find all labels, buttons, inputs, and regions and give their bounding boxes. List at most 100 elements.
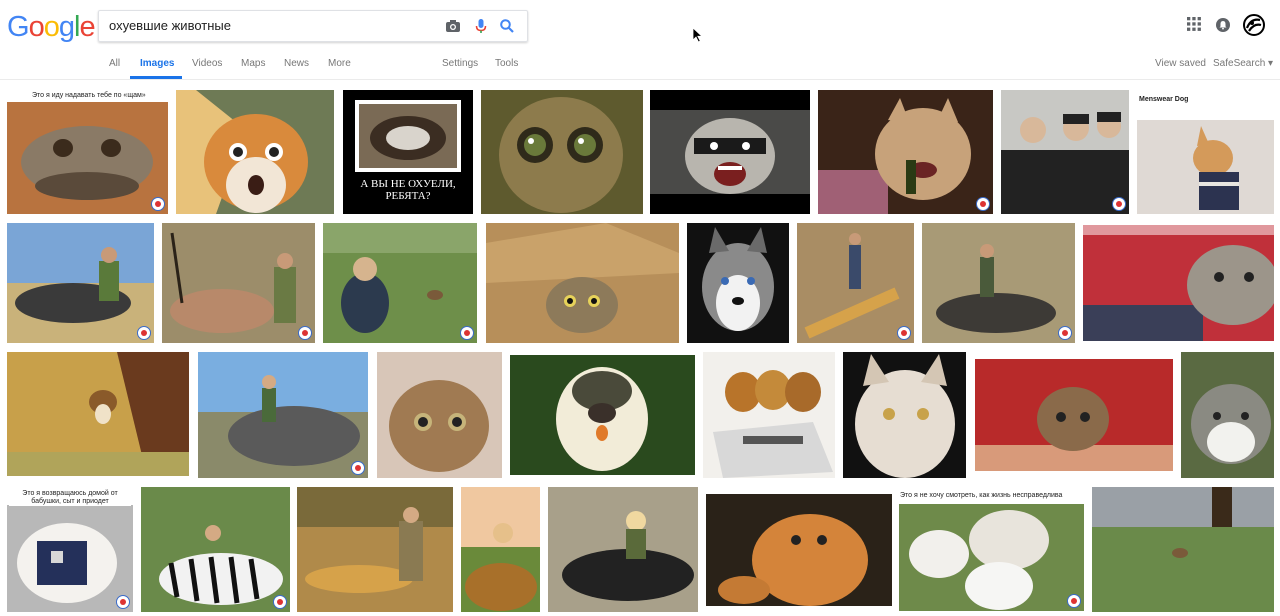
result-image-fox[interactable] [176, 90, 334, 214]
weasel-photo [7, 352, 189, 476]
result-image-dogs-calculator[interactable] [703, 352, 835, 478]
safesearch-dropdown[interactable]: SafeSearch ▾ [1213, 58, 1273, 69]
source-badge-icon [460, 326, 474, 340]
toad-photo [7, 102, 168, 214]
result-image-cat-box[interactable] [486, 223, 679, 343]
source-badge-icon [1067, 594, 1081, 608]
image-caption: Это я не хочу смотреть, как жизнь неспра… [900, 492, 1063, 500]
three-men-photo [1001, 90, 1129, 214]
hunter-oryx-photo [162, 223, 315, 343]
hunter-giraffe-photo [797, 223, 914, 343]
source-badge-icon [116, 595, 130, 609]
tools-link[interactable]: Tools [495, 58, 518, 69]
tab-images[interactable]: Images [140, 58, 174, 69]
result-image-squirrel-lawn[interactable] [1092, 487, 1274, 612]
source-badge-icon [351, 461, 365, 475]
logo-letter: e [79, 11, 95, 43]
source-badge-icon [976, 197, 990, 211]
source-badge-icon [1112, 197, 1126, 211]
logo-letter: o [28, 11, 45, 43]
hunter-wildebeest-photo [7, 223, 154, 343]
result-image-demotivator[interactable]: А ВЫ НЕ ОХУЕЛИ, РЕБЯТА? [343, 90, 473, 214]
menswear-dog-photo [1137, 120, 1274, 214]
search-icon[interactable] [499, 18, 515, 34]
lemur-photo [481, 90, 643, 214]
mouse-cursor-icon [692, 27, 704, 43]
tab-more[interactable]: More [328, 58, 351, 69]
result-image-lemur[interactable] [481, 90, 643, 214]
logo-letter: g [58, 11, 75, 43]
result-image-menswear-dog[interactable]: Menswear Dog [1137, 90, 1274, 214]
cat-blanket-photo [1083, 225, 1274, 341]
search-tabs-bar: All Images Videos Maps News More Setting… [0, 52, 1280, 80]
result-image-hunter-buffalo[interactable] [548, 487, 698, 612]
search-input[interactable]: охуевшие животные [98, 10, 528, 42]
result-image-girl-squirrel[interactable] [323, 223, 477, 343]
source-badge-icon [1058, 326, 1072, 340]
source-badge-icon [273, 595, 287, 609]
result-image-ginger-cat[interactable] [706, 494, 892, 606]
girl-squirrel-photo [323, 223, 477, 343]
husky-photo [702, 227, 774, 331]
result-image-kitten[interactable] [377, 352, 502, 478]
tab-maps[interactable]: Maps [241, 58, 265, 69]
result-image-three-men[interactable] [1001, 90, 1129, 214]
cats-watch-photo [899, 504, 1084, 611]
result-image-hunter-lion[interactable] [461, 487, 540, 612]
notifications-bell-icon[interactable] [1216, 18, 1230, 32]
source-badge-icon [897, 326, 911, 340]
result-image-cats-watch[interactable]: Это я не хочу смотреть, как жизнь неспра… [899, 490, 1084, 611]
result-image-raccoon[interactable] [650, 90, 810, 214]
demotivator-caption: А ВЫ НЕ ОХУЕЛИ, РЕБЯТА? [360, 178, 456, 202]
search-query[interactable]: охуевшие животные [109, 18, 231, 33]
result-image-cat-blanket-2[interactable] [975, 359, 1173, 471]
cat-grey-photo [1181, 352, 1274, 478]
active-tab-indicator [130, 76, 182, 79]
result-image-hunter-rhino[interactable] [198, 352, 368, 478]
result-image-cat-blanket[interactable] [1083, 225, 1274, 341]
image-caption: Menswear Dog [1139, 96, 1189, 104]
logo-letter: o [43, 11, 60, 43]
image-caption: Это я иду надавать тебе по «щам» [32, 92, 146, 100]
view-saved-link[interactable]: View saved [1155, 58, 1206, 69]
result-image-hunter-wildebeest[interactable] [7, 223, 154, 343]
google-logo[interactable]: Google [7, 11, 96, 43]
dogs-calculator-photo [703, 352, 835, 478]
result-image-hunter-zebra[interactable] [141, 487, 290, 612]
hunter-leopard-photo [297, 487, 453, 612]
ginger-cat-photo [706, 494, 892, 606]
source-badge-icon [137, 326, 151, 340]
microphone-icon[interactable] [473, 18, 489, 34]
result-image-husky[interactable] [687, 223, 789, 343]
result-image-weasel[interactable] [7, 352, 189, 476]
settings-link[interactable]: Settings [442, 58, 478, 69]
tab-all[interactable]: All [109, 58, 120, 69]
hunter-lion-photo [461, 487, 540, 612]
result-image-hunter-wildebeest-2[interactable] [922, 223, 1075, 343]
cat-box-photo [486, 223, 679, 343]
raccoon-photo [650, 110, 810, 194]
cat-bottle-photo [818, 90, 993, 214]
result-image-cat-grey[interactable] [1181, 352, 1274, 478]
cat-blanket-2-photo [975, 359, 1173, 471]
account-avatar[interactable] [1243, 14, 1265, 36]
result-image-cat-bottle[interactable] [818, 90, 993, 214]
result-image-toad[interactable]: Это я иду надавать тебе по «щам» [7, 90, 168, 214]
source-badge-icon [298, 326, 312, 340]
camera-icon[interactable] [445, 18, 461, 34]
result-image-maine-coon[interactable] [843, 352, 966, 478]
logo-letter: G [7, 11, 30, 43]
tab-videos[interactable]: Videos [192, 58, 222, 69]
tab-news[interactable]: News [284, 58, 309, 69]
result-image-hunter-oryx[interactable] [162, 223, 315, 343]
result-image-monkey[interactable] [510, 355, 695, 475]
fox-photo [176, 90, 334, 214]
squirrel-lawn-photo [1092, 487, 1274, 612]
result-image-hunter-leopard[interactable] [297, 487, 453, 612]
hunter-rhino-photo [198, 352, 368, 478]
monkey-photo [510, 355, 695, 475]
hunter-wildebeest-2-photo [922, 223, 1075, 343]
apps-grid-icon[interactable] [1187, 17, 1201, 31]
result-image-cat-sweater[interactable]: Это я возвращаюсь домой от бабушки, сыт … [7, 487, 133, 612]
result-image-hunter-giraffe[interactable] [797, 223, 914, 343]
